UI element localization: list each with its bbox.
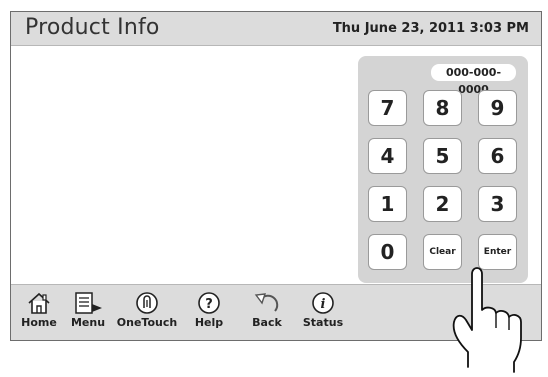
pointing-hand-icon xyxy=(452,267,522,373)
